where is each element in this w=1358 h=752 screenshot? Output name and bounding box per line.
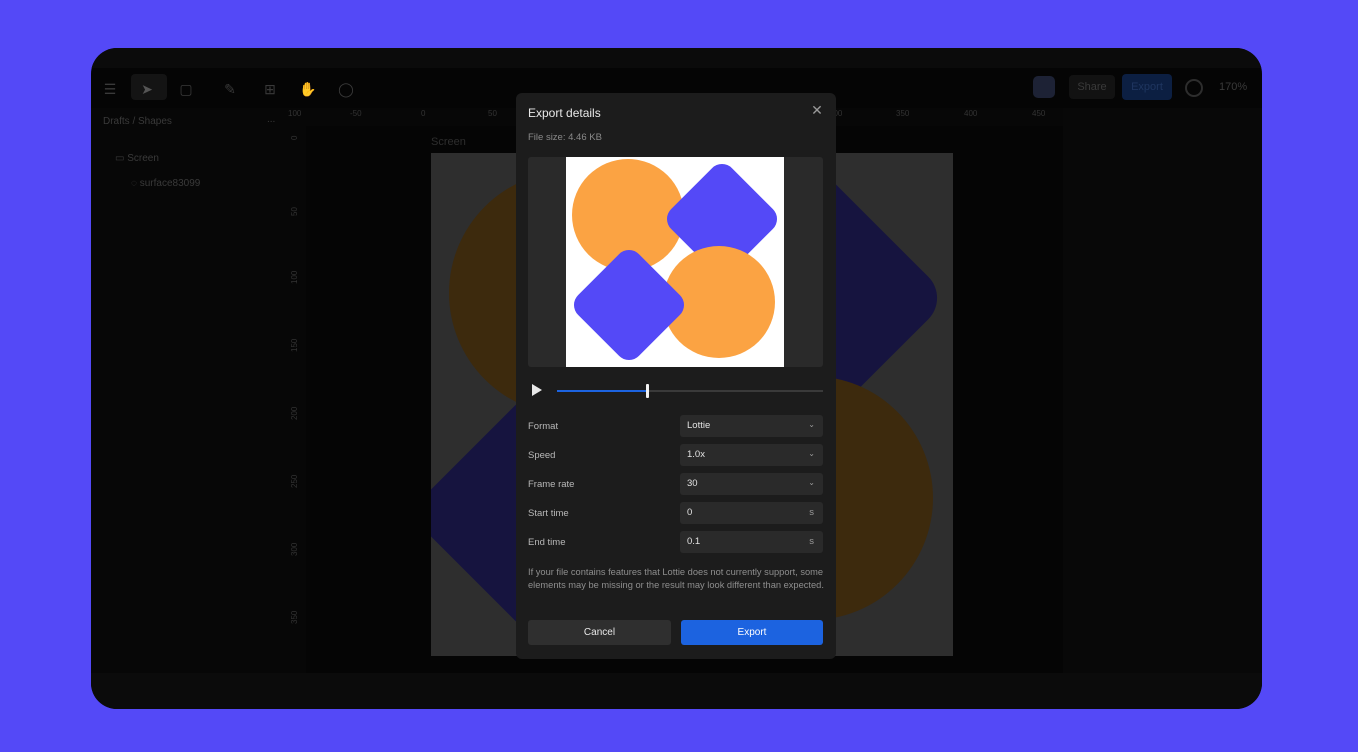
- start-time-label: Start time: [528, 508, 569, 519]
- preview-shapes: [572, 159, 778, 361]
- title-bar: [91, 48, 1262, 68]
- frame-rate-value: 30: [687, 478, 698, 489]
- timeline-progress: [557, 390, 648, 392]
- components-icon[interactable]: ⊞: [261, 80, 279, 98]
- file-size: File size: 4.46 KB: [528, 132, 602, 143]
- frame-tool-icon[interactable]: ▢: [177, 80, 195, 98]
- ruler-tick: 200: [290, 406, 299, 420]
- layer-item-screen[interactable]: ▭ Screen: [115, 153, 159, 164]
- share-button[interactable]: Share: [1069, 75, 1115, 99]
- hand-tool-icon[interactable]: ✋: [299, 80, 317, 98]
- end-time-input[interactable]: 0.1 s: [680, 531, 823, 553]
- export-details-dialog: Export details ✕ File size: 4.46 KB Form…: [516, 93, 836, 659]
- speed-select[interactable]: 1.0x ⌄: [680, 444, 823, 466]
- ruler-tick: 150: [290, 338, 299, 352]
- layers-sidebar: Drafts / Shapes ... ▭ Screen ◌ surface83…: [91, 108, 288, 673]
- menu-icon[interactable]: ☰: [101, 80, 119, 98]
- lottie-warning-note: If your file contains features that Lott…: [528, 567, 824, 590]
- end-time-unit: s: [809, 536, 814, 547]
- ruler-tick: -50: [350, 109, 362, 118]
- start-time-value: 0: [687, 507, 693, 518]
- play-icon[interactable]: [532, 384, 542, 396]
- frame-rate-select[interactable]: 30 ⌄: [680, 473, 823, 495]
- status-bar: [91, 673, 1262, 709]
- start-time-input[interactable]: 0 s: [680, 502, 823, 524]
- ruler-tick: 100: [290, 270, 299, 284]
- ruler-tick: 50: [488, 109, 497, 118]
- ruler-tick: 0: [290, 135, 299, 140]
- animation-preview: [566, 157, 784, 367]
- preview-area: [528, 157, 823, 367]
- ruler-tick: 350: [290, 610, 299, 624]
- format-value: Lottie: [687, 420, 711, 431]
- ruler-tick: 100: [288, 109, 302, 118]
- toolbar-export-button[interactable]: Export: [1122, 74, 1172, 100]
- end-time-value: 0.1: [687, 536, 701, 547]
- comment-icon[interactable]: ◯: [337, 80, 355, 98]
- close-icon[interactable]: ✕: [810, 103, 824, 117]
- more-icon[interactable]: ...: [267, 114, 275, 125]
- format-label: Format: [528, 421, 559, 432]
- start-time-unit: s: [809, 507, 814, 518]
- frame-rate-label: Frame rate: [528, 479, 575, 490]
- speed-value: 1.0x: [687, 449, 705, 460]
- timeline-slider[interactable]: [557, 384, 823, 398]
- chevron-down-icon: ⌄: [808, 420, 815, 429]
- ruler-tick: 400: [964, 109, 978, 118]
- ruler-tick: 50: [290, 207, 299, 216]
- layer-label: surface83099: [139, 178, 201, 189]
- properties-panel: [1063, 108, 1262, 673]
- breadcrumb[interactable]: Drafts / Shapes: [103, 116, 172, 127]
- blue-diamond: [573, 249, 685, 361]
- timeline-handle[interactable]: [646, 384, 650, 398]
- plugin-icon[interactable]: [1033, 76, 1055, 98]
- layer-label: Screen: [127, 153, 159, 164]
- history-icon[interactable]: [1185, 79, 1203, 97]
- layer-item-surface[interactable]: ◌ surface83099: [131, 178, 200, 189]
- speed-label: Speed: [528, 450, 556, 461]
- ruler-tick: 250: [290, 474, 299, 488]
- export-button[interactable]: Export: [681, 620, 823, 645]
- dialog-title: Export details: [528, 106, 601, 120]
- format-select[interactable]: Lottie ⌄: [680, 415, 823, 437]
- vertical-ruler: 0 50 100 150 200 250 300 350: [288, 126, 306, 673]
- chevron-down-icon: ⌄: [808, 478, 815, 487]
- end-time-label: End time: [528, 537, 566, 548]
- chevron-down-icon: ⌄: [808, 449, 815, 458]
- pen-tool-icon[interactable]: ✎: [221, 80, 239, 98]
- ruler-tick: 350: [896, 109, 910, 118]
- pointer-icon[interactable]: ➤: [138, 80, 156, 98]
- ruler-tick: 0: [421, 109, 426, 118]
- ruler-tick: 450: [1032, 109, 1046, 118]
- artboard-label[interactable]: Screen: [431, 136, 466, 148]
- ruler-tick: 300: [290, 542, 299, 556]
- zoom-level[interactable]: 170%: [1219, 81, 1247, 93]
- cancel-button[interactable]: Cancel: [528, 620, 671, 645]
